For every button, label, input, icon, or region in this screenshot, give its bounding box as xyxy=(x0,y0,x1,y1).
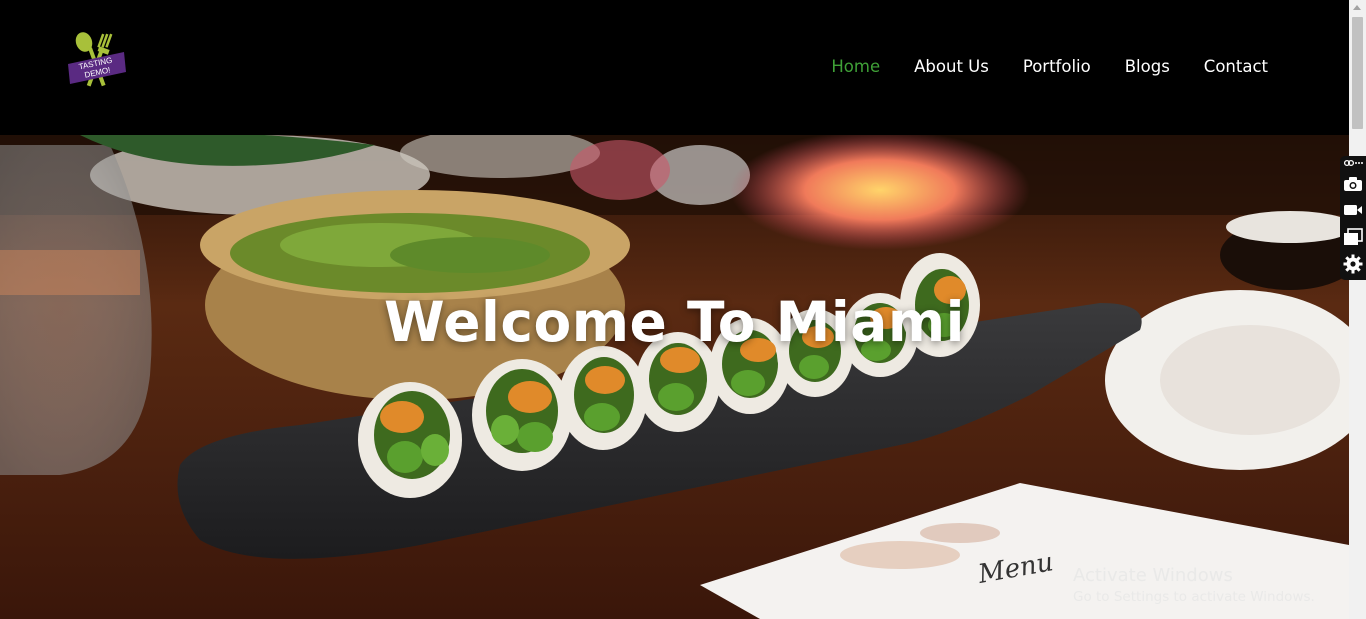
hero-banner: Menu Welcome To Miami xyxy=(0,135,1349,619)
watermark-title: Activate Windows xyxy=(1073,565,1233,586)
watermark-subtitle: Go to Settings to activate Windows. xyxy=(1073,589,1315,605)
scroll-up-arrow-icon[interactable] xyxy=(1353,5,1361,10)
nav-blogs[interactable]: Blogs xyxy=(1125,56,1170,78)
scrollbar-thumb[interactable] xyxy=(1352,17,1363,129)
window-icon[interactable] xyxy=(1342,226,1364,248)
hero-title: Welcome To Miami xyxy=(383,290,965,354)
page-scrollbar[interactable] xyxy=(1349,0,1366,619)
nav-portfolio[interactable]: Portfolio xyxy=(1023,56,1091,78)
main-nav: Home About Us Portfolio Blogs Contact xyxy=(831,56,1268,78)
logo-graphic: TASTING DEMO! xyxy=(68,32,126,87)
nav-about-us[interactable]: About Us xyxy=(914,56,989,78)
nav-home[interactable]: Home xyxy=(831,56,880,78)
video-icon[interactable] xyxy=(1342,199,1364,221)
site-header: TASTING DEMO! Home About Us Portfolio Bl… xyxy=(0,0,1349,135)
hero-background-image: Menu xyxy=(0,135,1349,619)
side-toolbar xyxy=(1340,156,1366,280)
camera-icon[interactable] xyxy=(1342,173,1364,195)
nav-contact[interactable]: Contact xyxy=(1204,56,1268,78)
windows-activation-watermark: Activate Windows Go to Settings to activ… xyxy=(1073,565,1315,605)
page: TASTING DEMO! Home About Us Portfolio Bl… xyxy=(0,0,1349,619)
link-icon[interactable] xyxy=(1342,157,1364,169)
site-logo[interactable]: TASTING DEMO! xyxy=(66,30,128,90)
settings-icon[interactable] xyxy=(1342,253,1364,275)
